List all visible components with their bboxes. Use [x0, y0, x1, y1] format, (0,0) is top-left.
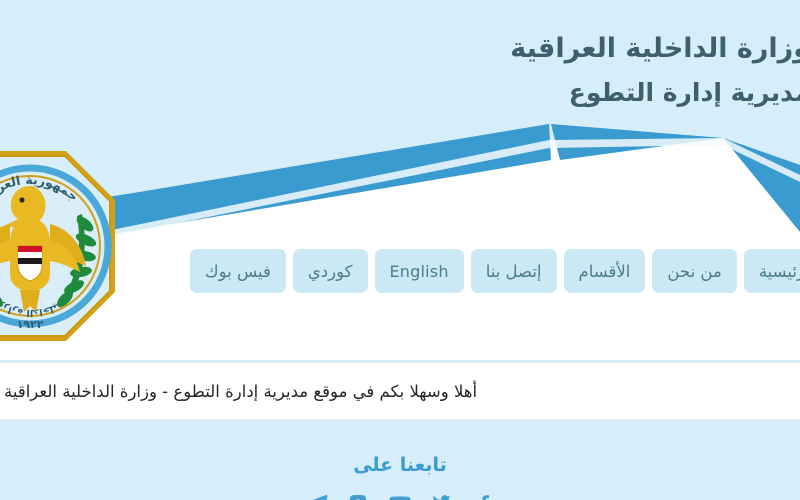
- page-root: وزارة الداخلية العراقية مديرية إدارة الت…: [0, 0, 800, 500]
- page-title: وزارة الداخلية العراقية مديرية إدارة الت…: [510, 30, 800, 111]
- nav-item-4[interactable]: English: [374, 249, 464, 293]
- page-title-line-1: وزارة الداخلية العراقية: [510, 33, 800, 64]
- telegram-icon[interactable]: [303, 490, 329, 500]
- youtube-icon[interactable]: [387, 490, 413, 500]
- nav-item-6[interactable]: فيس بوك: [190, 249, 286, 293]
- follow-us-section: تابعنا على: [0, 420, 800, 500]
- welcome-text: أهلا وسهلا بكم في موقع مديرية إدارة التط…: [4, 381, 478, 401]
- nav-item-5[interactable]: كوردي: [292, 249, 368, 293]
- twitter-icon[interactable]: [429, 490, 455, 500]
- emblem-year-text: ١٩٢٢: [17, 318, 44, 331]
- nav-item-0[interactable]: الرئيسية: [743, 249, 800, 293]
- main-navigation: الرئيسيةمن نحنالأقسامإتصل بناEnglishكورد…: [0, 248, 800, 294]
- follow-us-title: تابعنا على: [353, 454, 447, 476]
- welcome-ticker-content: أهلا وسهلا بكم في موقع مديرية إدارة التط…: [0, 380, 477, 402]
- ministry-emblem-logo: جمهورية العراق وزارة الداخلية: [0, 148, 118, 344]
- social-links-row: [303, 490, 497, 500]
- hero-banner: وزارة الداخلية العراقية مديرية إدارة الت…: [0, 0, 800, 360]
- page-title-line-2: مديرية إدارة التطوع: [568, 78, 800, 108]
- facebook-icon[interactable]: [471, 490, 497, 500]
- nav-item-2[interactable]: الأقسام: [563, 249, 646, 293]
- nav-item-1[interactable]: من نحن: [652, 249, 737, 293]
- welcome-ticker-bar: أهلا وسهلا بكم في موقع مديرية إدارة التط…: [0, 362, 800, 420]
- instagram-icon[interactable]: [345, 490, 371, 500]
- nav-item-3[interactable]: إتصل بنا: [470, 249, 557, 293]
- ministry-emblem-icon: جمهورية العراق وزارة الداخلية: [0, 151, 115, 341]
